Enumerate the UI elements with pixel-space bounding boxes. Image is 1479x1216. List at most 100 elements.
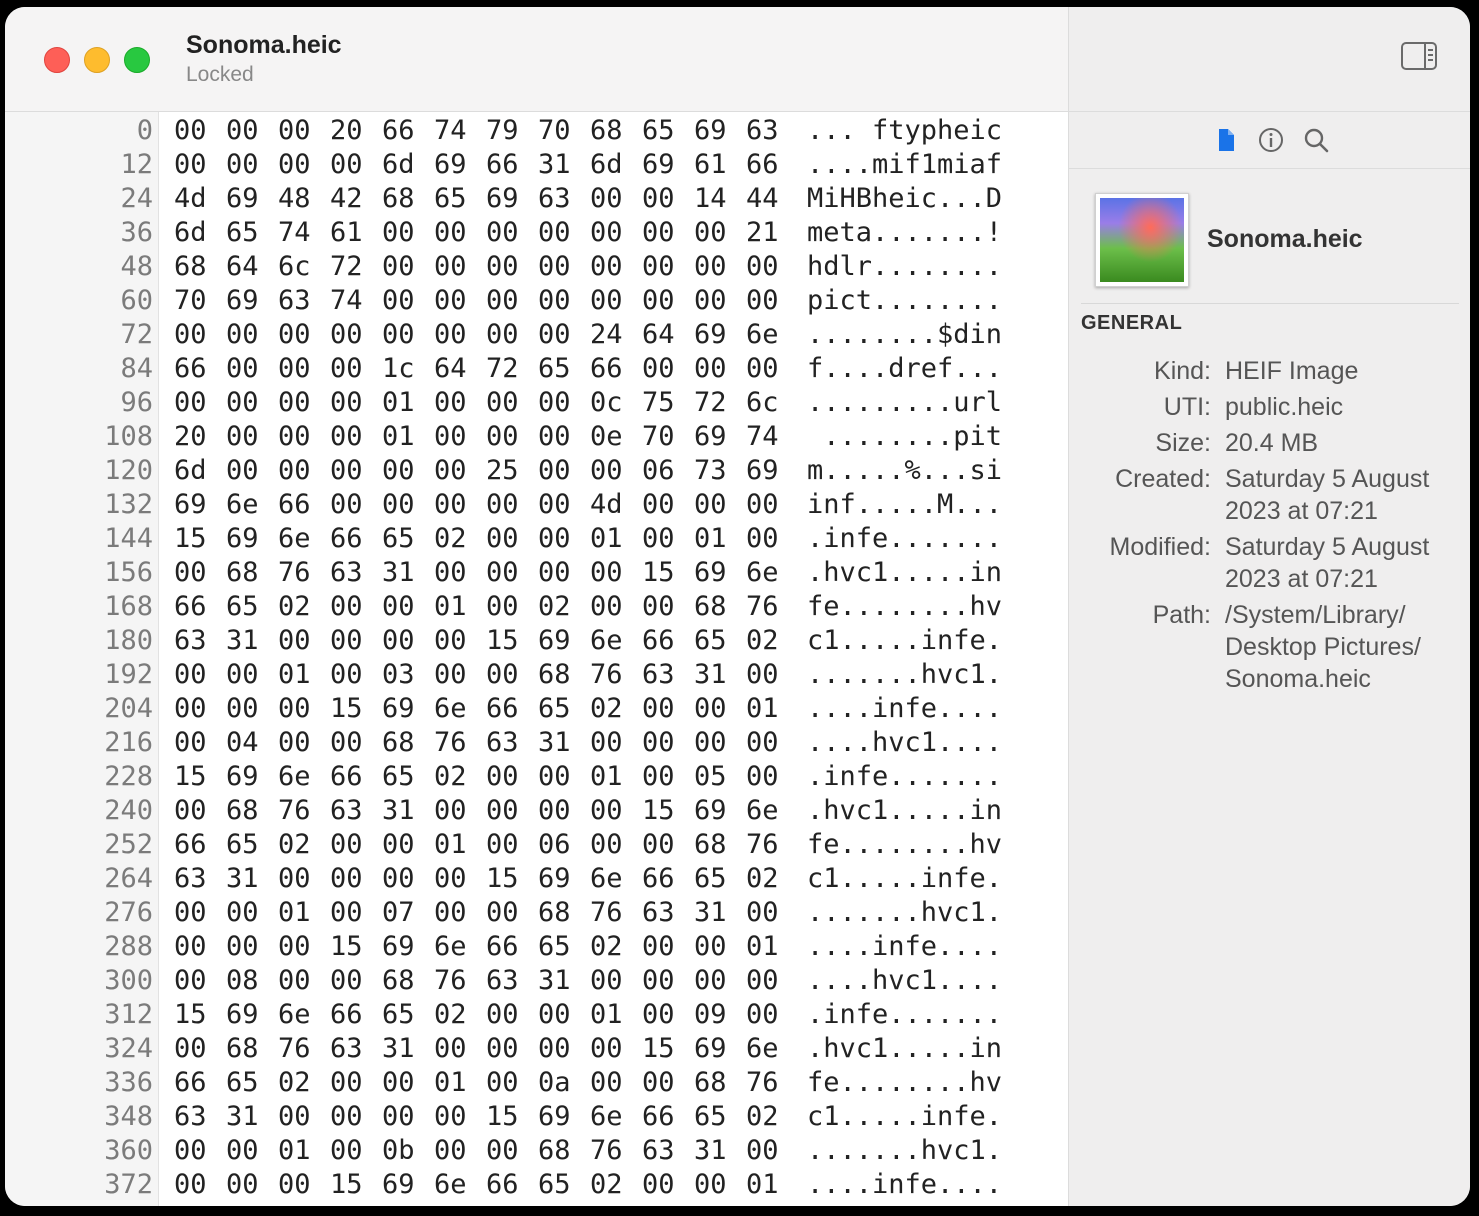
hex-byte[interactable]: 00 xyxy=(746,658,798,692)
row-bytes[interactable]: 66 65 02 00 00 01 00 06 00 00 68 76 xyxy=(174,828,794,862)
hex-byte[interactable]: 14 xyxy=(694,182,746,216)
hex-byte[interactable]: 01 xyxy=(746,930,798,964)
hex-byte[interactable]: 00 xyxy=(538,794,590,828)
hex-byte[interactable]: 00 xyxy=(226,1168,278,1202)
hex-byte[interactable]: 31 xyxy=(382,556,434,590)
hex-byte[interactable]: 00 xyxy=(382,828,434,862)
hex-byte[interactable]: 00 xyxy=(174,1134,226,1168)
hex-byte[interactable]: 00 xyxy=(590,590,642,624)
hex-byte[interactable]: 00 xyxy=(174,692,226,726)
hex-byte[interactable]: 63 xyxy=(642,896,694,930)
hex-byte[interactable]: 6e xyxy=(746,1032,798,1066)
hex-byte[interactable]: 15 xyxy=(486,1100,538,1134)
hex-byte[interactable]: 6d xyxy=(174,454,226,488)
hex-byte[interactable]: 00 xyxy=(226,454,278,488)
hex-row[interactable]: 180 63 31 00 00 00 00 15 69 6e 66 65 02 c1.....infe. xyxy=(5,624,1068,658)
hex-byte[interactable]: 6d xyxy=(382,148,434,182)
hex-byte[interactable]: 01 xyxy=(382,386,434,420)
hex-byte[interactable]: 00 xyxy=(226,114,278,148)
hex-byte[interactable]: 00 xyxy=(590,964,642,998)
hex-byte[interactable]: 00 xyxy=(382,590,434,624)
hex-byte[interactable]: 15 xyxy=(174,998,226,1032)
row-ascii[interactable]: fe........hv xyxy=(807,590,1002,624)
hex-byte[interactable]: 00 xyxy=(746,998,798,1032)
hex-byte[interactable]: 64 xyxy=(434,352,486,386)
hex-byte[interactable]: 42 xyxy=(330,182,382,216)
hex-byte[interactable]: 00 xyxy=(486,556,538,590)
hex-byte[interactable]: 00 xyxy=(694,284,746,318)
row-ascii[interactable]: ........$din xyxy=(807,318,1002,352)
hex-byte[interactable]: 00 xyxy=(694,726,746,760)
hex-byte[interactable]: 00 xyxy=(486,828,538,862)
row-bytes[interactable]: 00 00 00 00 00 00 00 00 24 64 69 6e xyxy=(174,318,794,352)
hex-byte[interactable]: 00 xyxy=(538,522,590,556)
hex-byte[interactable]: 00 xyxy=(278,930,330,964)
hex-byte[interactable]: 00 xyxy=(382,1066,434,1100)
hex-byte[interactable]: 00 xyxy=(642,352,694,386)
hex-byte[interactable]: 63 xyxy=(642,1134,694,1168)
hex-byte[interactable]: 00 xyxy=(694,930,746,964)
hex-byte[interactable]: 00 xyxy=(434,658,486,692)
hex-byte[interactable]: 00 xyxy=(642,760,694,794)
hex-byte[interactable]: 00 xyxy=(330,828,382,862)
hex-byte[interactable]: 01 xyxy=(434,1066,486,1100)
row-ascii[interactable]: ........pit xyxy=(807,420,1002,454)
hex-byte[interactable]: 68 xyxy=(226,556,278,590)
hex-byte[interactable]: 00 xyxy=(434,386,486,420)
hex-row[interactable]: 204 00 00 00 15 69 6e 66 65 02 00 00 01 ....infe.... xyxy=(5,692,1068,726)
hex-byte[interactable]: 73 xyxy=(694,454,746,488)
hex-row[interactable]: 348 63 31 00 00 00 00 15 69 6e 66 65 02 c1.....infe. xyxy=(5,1100,1068,1134)
hex-byte[interactable]: 15 xyxy=(486,624,538,658)
row-ascii[interactable]: c1.....infe. xyxy=(807,624,1002,658)
row-bytes[interactable]: 00 00 01 00 03 00 00 68 76 63 31 00 xyxy=(174,658,794,692)
hex-byte[interactable]: 76 xyxy=(434,726,486,760)
hex-byte[interactable]: 4d xyxy=(174,182,226,216)
hex-byte[interactable]: 66 xyxy=(486,930,538,964)
hex-byte[interactable]: 31 xyxy=(382,1032,434,1066)
hex-byte[interactable]: 00 xyxy=(538,1032,590,1066)
hex-byte[interactable]: 68 xyxy=(382,726,434,760)
hex-byte[interactable]: 68 xyxy=(694,828,746,862)
hex-row[interactable]: 360 00 00 01 00 0b 00 00 68 76 63 31 00 .......hvc1. xyxy=(5,1134,1068,1168)
hex-byte[interactable]: 00 xyxy=(746,1134,798,1168)
row-ascii[interactable]: .hvc1.....in xyxy=(807,556,1002,590)
hex-byte[interactable]: 00 xyxy=(590,182,642,216)
hex-byte[interactable]: 00 xyxy=(746,488,798,522)
hex-byte[interactable]: 00 xyxy=(486,284,538,318)
hex-byte[interactable]: 00 xyxy=(538,250,590,284)
hex-byte[interactable]: 65 xyxy=(538,352,590,386)
hex-byte[interactable]: 00 xyxy=(486,318,538,352)
hex-byte[interactable]: 00 xyxy=(330,488,382,522)
hex-byte[interactable]: 24 xyxy=(590,318,642,352)
hex-byte[interactable]: 00 xyxy=(434,216,486,250)
hex-byte[interactable]: 00 xyxy=(226,352,278,386)
hex-byte[interactable]: 00 xyxy=(434,1100,486,1134)
hex-byte[interactable]: 00 xyxy=(382,488,434,522)
hex-byte[interactable]: 75 xyxy=(642,386,694,420)
hex-byte[interactable]: 00 xyxy=(174,930,226,964)
hex-byte[interactable]: 00 xyxy=(538,216,590,250)
hex-byte[interactable]: 00 xyxy=(538,386,590,420)
hex-byte[interactable]: 65 xyxy=(538,930,590,964)
hex-byte[interactable]: 63 xyxy=(330,556,382,590)
hex-byte[interactable]: 08 xyxy=(226,964,278,998)
hex-byte[interactable]: 00 xyxy=(486,420,538,454)
row-ascii[interactable]: .infe....... xyxy=(807,760,1002,794)
hex-byte[interactable]: 25 xyxy=(486,454,538,488)
hex-byte[interactable]: 63 xyxy=(642,658,694,692)
row-ascii[interactable]: .infe....... xyxy=(807,998,1002,1032)
row-ascii[interactable]: f....dref... xyxy=(807,352,1002,386)
hex-byte[interactable]: 00 xyxy=(486,658,538,692)
hex-byte[interactable]: 01 xyxy=(590,522,642,556)
hex-byte[interactable]: 68 xyxy=(538,1134,590,1168)
hex-byte[interactable]: 69 xyxy=(538,624,590,658)
hex-byte[interactable]: 68 xyxy=(226,1032,278,1066)
hex-byte[interactable]: 00 xyxy=(382,1100,434,1134)
hex-byte[interactable]: 00 xyxy=(486,998,538,1032)
row-bytes[interactable]: 00 00 00 00 6d 69 66 31 6d 69 61 66 xyxy=(174,148,794,182)
hex-byte[interactable]: 76 xyxy=(590,1134,642,1168)
hex-byte[interactable]: 01 xyxy=(590,998,642,1032)
hex-byte[interactable]: 00 xyxy=(382,284,434,318)
hex-byte[interactable]: 00 xyxy=(434,454,486,488)
hex-byte[interactable]: 31 xyxy=(226,1100,278,1134)
